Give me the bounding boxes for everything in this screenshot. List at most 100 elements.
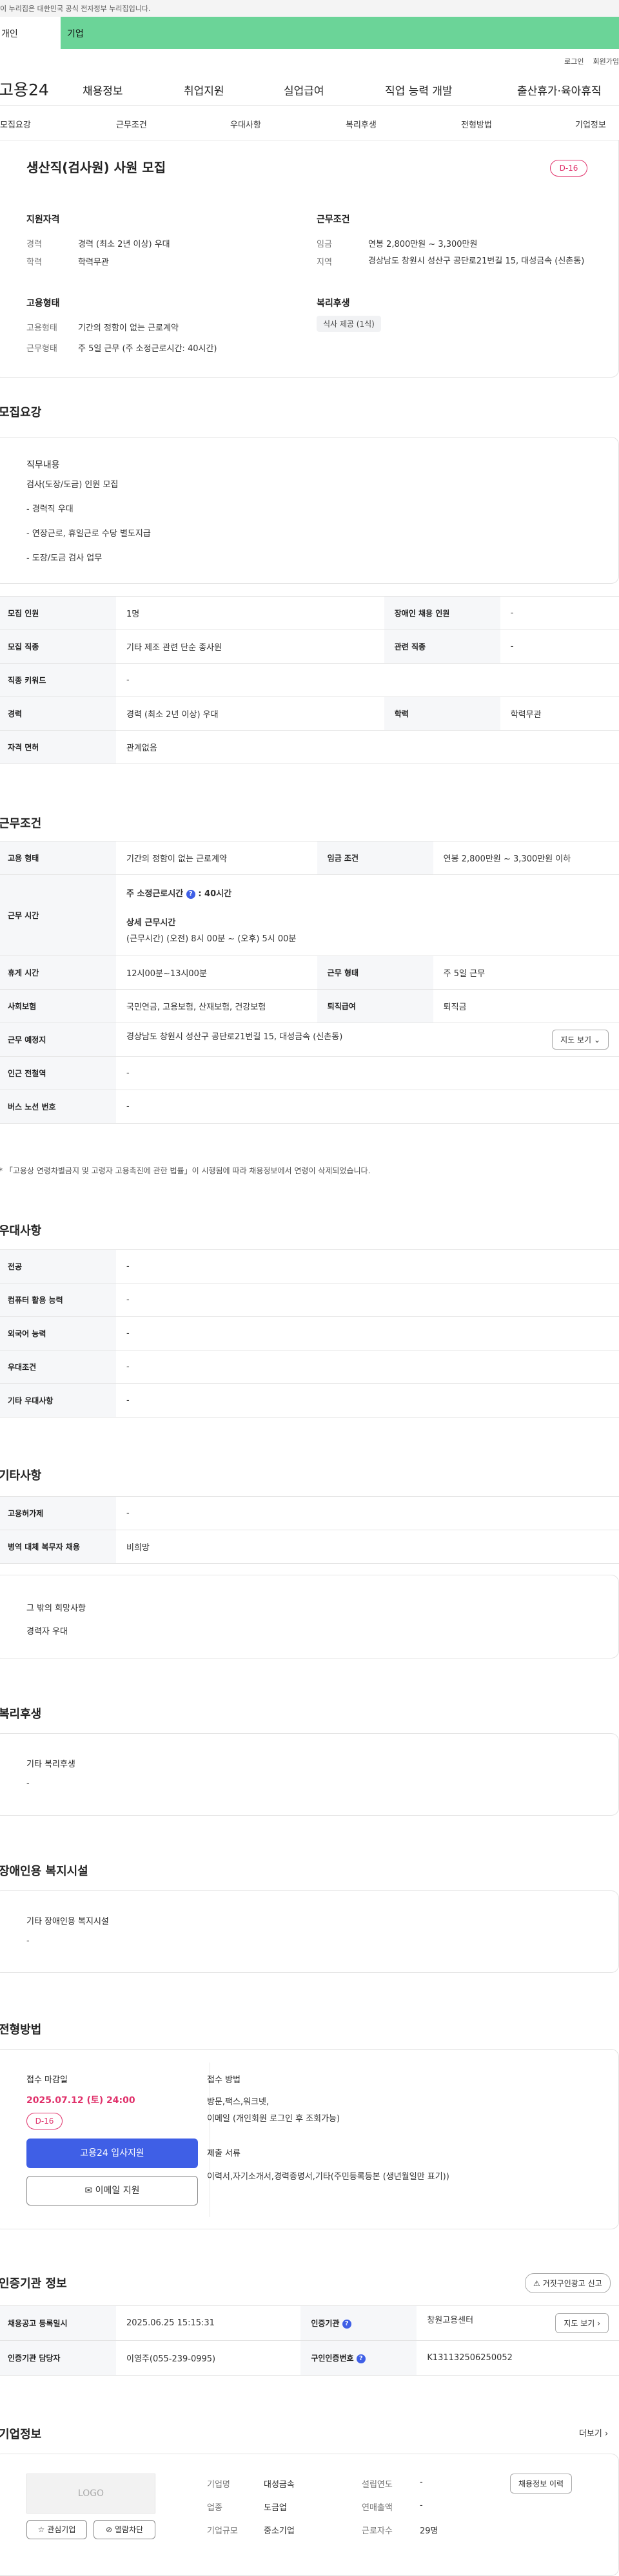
cell-value: K131132506250052: [417, 2340, 619, 2376]
org-map-button[interactable]: 지도 보기 ›: [555, 2313, 609, 2333]
duty-line: - 연장근로, 휴일근로 수당 별도지급: [26, 529, 151, 539]
cell-value: -: [116, 1316, 619, 1350]
company-est-label: 설립연도: [362, 2480, 393, 2490]
company-est: -: [420, 2477, 423, 2487]
table-row: 사회보험 국민연금, 고용보험, 산재보험, 건강보험 퇴직급여 퇴직금: [0, 989, 619, 1023]
nav-unemployment-benefit[interactable]: 실업급여: [284, 82, 324, 98]
cell-label: 병역 대체 복무자 채용: [0, 1530, 116, 1564]
table-row: 근무 예정지 경상남도 창원시 성산구 공단로21번길 15, 대성금속 (신촌동…: [0, 1023, 619, 1057]
wage-value: 연봉 2,800만원 ~ 3,300만원: [368, 240, 478, 249]
cell-value: 2025.06.25 15:15:31: [116, 2305, 301, 2341]
anchor-selection[interactable]: 전형방법: [461, 118, 492, 130]
cell-value: 학력무관: [500, 697, 619, 731]
anchor-welfare[interactable]: 복리후생: [346, 118, 377, 130]
table-row: 기타 우대사항 -: [0, 1383, 619, 1418]
report-button[interactable]: ⚠ 거짓구인광고 신고: [525, 2273, 611, 2293]
cell-value: 경력 (최소 2년 이상) 우대: [116, 697, 384, 731]
anchor-company[interactable]: 기업정보: [575, 118, 606, 130]
cell-value: 비희망: [116, 1530, 619, 1564]
work-address: 경상남도 창원시 성산구 공단로21번길 15, 대성금속 (신촌동): [126, 1032, 343, 1042]
favorite-company-button[interactable]: ☆ 관심기업: [26, 2520, 87, 2539]
block-company-button[interactable]: ⊘ 열람차단: [93, 2520, 155, 2539]
org-name: 창원고용센터: [427, 2316, 474, 2325]
edu-value: 학력무관: [78, 258, 109, 267]
cell-label: 직종 키워드: [0, 663, 116, 697]
apply-button[interactable]: 고용24 입사지원: [26, 2139, 198, 2168]
table-row: 인근 전철역 -: [0, 1056, 619, 1090]
cell-label: 휴게 시간: [0, 956, 116, 990]
cell-value: 관계없음: [116, 730, 619, 764]
cell-label: 인증기관 ?: [300, 2305, 417, 2341]
cell-value: 퇴직금: [433, 989, 619, 1023]
cell-label: 고용 형태: [0, 841, 116, 875]
cell-value: 이영주(055-239-0995): [116, 2340, 301, 2376]
company-name-label: 기업명: [207, 2480, 230, 2490]
welfare-value: -: [26, 1779, 30, 1789]
hiring-history-button[interactable]: 채용정보 이력: [510, 2474, 573, 2494]
cell-label: 모집 인원: [0, 596, 116, 630]
cell-value: -: [116, 1283, 619, 1317]
info-icon[interactable]: ?: [356, 2354, 366, 2363]
cell-value: -: [116, 1090, 619, 1124]
tab-enterprise[interactable]: 기업: [61, 17, 619, 49]
table-row: 고용 형태 기간의 정함이 없는 근로계약 임금 조건 연봉 2,800만원 ~ 3,…: [0, 841, 619, 875]
welfare-section-heading: 복리후생: [0, 1707, 42, 1721]
company-sales-label: 연매출액: [362, 2503, 393, 2513]
table-row: 고용허가제 -: [0, 1496, 619, 1530]
company-sales: -: [420, 2501, 423, 2510]
info-icon[interactable]: ?: [342, 2319, 351, 2329]
emp-value: 기간의 정함이 없는 근로계약: [78, 323, 179, 333]
cell-label: 학력: [384, 697, 500, 731]
duty-heading: 직무내용: [26, 460, 60, 470]
gov-banner-text: 이 누리집은 대한민국 공식 전자정부 누리집입니다.: [0, 5, 151, 13]
duty-line: - 도장/도금 검사 업무: [26, 553, 103, 563]
cell-value: -: [116, 1496, 619, 1530]
hours-cell: 주 소정근로시간 ? : 40시간 상세 근무시간 (근무시간) (오전) 8시…: [116, 874, 619, 956]
anchor-preference[interactable]: 우대사항: [230, 118, 261, 130]
cell-value: 연봉 2,800만원 ~ 3,300만원 이하: [433, 841, 619, 875]
table-row: 병역 대체 복무자 채용 비희망: [0, 1530, 619, 1564]
disability-heading: 장애인용 복지시설: [0, 1865, 88, 1878]
pref-heading: 우대사항: [0, 1224, 42, 1238]
chevron-right-icon: ›: [605, 2429, 609, 2439]
conditions-heading: 근무조건: [0, 817, 42, 831]
table-row: 모집 직종 기타 제조 관련 단순 종사원 관련 직종 -: [0, 630, 619, 664]
emp-label: 고용형태: [26, 323, 57, 333]
map-button[interactable]: 지도 보기 ⌄: [552, 1030, 609, 1050]
chevron-right-icon: ›: [597, 2319, 600, 2328]
cell-value: -: [116, 663, 619, 697]
nav-employment-support[interactable]: 취업지원: [184, 82, 224, 98]
dday-badge: D-16: [550, 160, 587, 177]
table-row: 자격 면허 관계없음: [0, 730, 619, 764]
nav-jobs[interactable]: 채용정보: [83, 82, 123, 98]
anchor-conditions[interactable]: 근무조건: [116, 118, 147, 130]
cell-label: 컴퓨터 활용 능력: [0, 1283, 116, 1317]
cell-value: 주 5일 근무: [433, 956, 619, 990]
time-label: 근무형태: [26, 344, 57, 354]
etc-heading: 기타사항: [0, 1469, 42, 1483]
method-value: 방문,팩스,워크넷,: [207, 2097, 270, 2107]
cell-label: 사회보험: [0, 989, 116, 1023]
site-logo[interactable]: 고용24: [0, 77, 49, 101]
cell-label: 장애인 채용 인원: [384, 596, 500, 630]
email-apply-button[interactable]: ✉ 이메일 지원: [26, 2176, 198, 2206]
nav-parental-leave[interactable]: 출산휴가·육아휴직: [517, 82, 602, 98]
table-row: 컴퓨터 활용 능력 -: [0, 1283, 619, 1317]
duty-line: 검사(도장/도금) 인원 모집: [26, 480, 119, 490]
anchor-recruit[interactable]: 모집요강: [0, 118, 31, 130]
auth-heading: 인증기관 정보: [0, 2277, 67, 2291]
cell-value: -: [116, 1249, 619, 1283]
recruit-heading: 모집요강: [0, 406, 42, 419]
login-link[interactable]: 로그인: [564, 57, 584, 66]
company-size: 중소기업: [264, 2526, 295, 2536]
etc-table: 고용허가제 - 병역 대체 복무자 채용 비희망: [0, 1496, 619, 1564]
deadline-value: 2025.07.12 (토) 24:00: [26, 2095, 135, 2106]
tab-individual[interactable]: 개인: [0, 17, 61, 49]
table-row: 휴게 시간 12시00분~13시00분 근무 형태 주 5일 근무: [0, 956, 619, 990]
company-card: LOGO ☆ 관심기업 ⊘ 열람차단 기업명 대성금속 설립연도 - 업종 도금…: [0, 2454, 619, 2576]
company-more-link[interactable]: 더보기 ›: [579, 2427, 608, 2439]
cell-label: 버스 노선 번호: [0, 1090, 116, 1124]
join-link[interactable]: 회원가입: [593, 57, 619, 66]
nav-skills[interactable]: 직업 능력 개발: [385, 82, 453, 98]
info-icon[interactable]: ?: [186, 889, 195, 899]
